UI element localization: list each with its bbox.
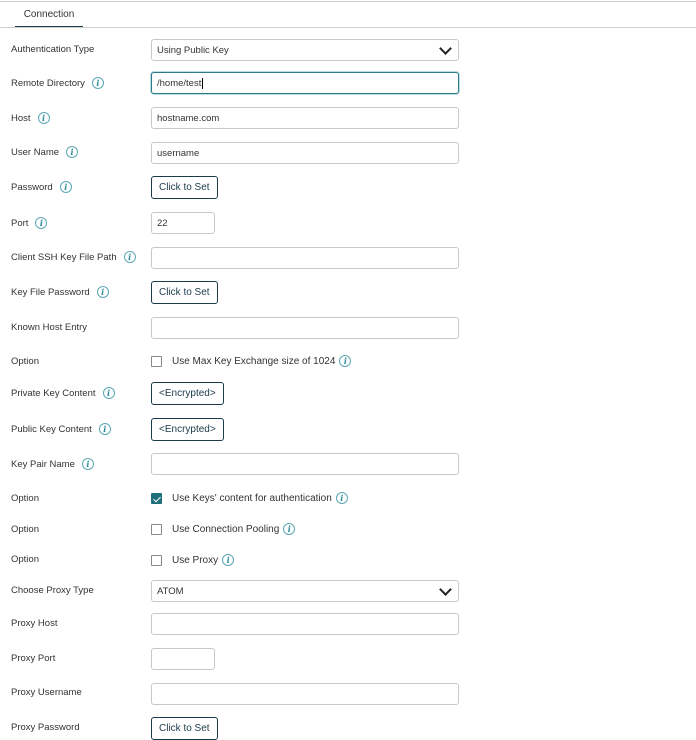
info-icon[interactable]: i — [98, 423, 111, 435]
host-input[interactable]: hostname.com — [151, 107, 459, 129]
info-icon[interactable]: i — [222, 554, 235, 566]
info-icon[interactable]: i — [96, 286, 109, 298]
select-value: Using Public Key — [157, 44, 229, 56]
info-icon[interactable]: i — [102, 387, 115, 399]
top-divider — [0, 1, 696, 2]
checkbox-label: Use Proxy — [172, 554, 219, 566]
info-icon[interactable]: i — [66, 146, 79, 158]
proxy-host-input[interactable] — [151, 613, 459, 635]
connection-pooling-checkbox[interactable] — [151, 523, 162, 535]
chevron-down-icon — [439, 582, 452, 596]
max-key-exchange-option[interactable]: Use Max Key Exchange size of 1024 i — [151, 355, 352, 367]
max-key-exchange-checkbox[interactable] — [151, 355, 162, 367]
password-set-button[interactable]: Click to Set — [151, 176, 218, 199]
select-value: ATOM — [157, 585, 184, 597]
option-label: Option — [11, 554, 39, 565]
key-file-password-set-button[interactable]: Click to Set — [151, 281, 218, 304]
label-text: Authentication Type — [11, 44, 95, 55]
proxy-port-input[interactable] — [151, 648, 215, 670]
public-key-label: Public Key Content i — [11, 423, 111, 435]
label-text: Client SSH Key File Path — [11, 251, 117, 263]
info-icon[interactable]: i — [335, 492, 348, 504]
info-icon[interactable]: i — [59, 181, 72, 193]
tab-connection[interactable]: Connection — [15, 0, 83, 27]
proxy-password-label: Proxy Password — [11, 722, 80, 733]
input-value: username — [157, 147, 200, 159]
use-proxy-checkbox[interactable] — [151, 554, 162, 566]
label-text: Option — [11, 356, 39, 367]
option-label: Option — [11, 493, 39, 504]
label-text: Proxy Password — [11, 722, 80, 733]
label-text: Known Host Entry — [11, 322, 88, 333]
label-text: Option — [11, 493, 39, 504]
label-text: Key Pair Name — [11, 458, 75, 470]
label-text: Remote Directory — [11, 77, 85, 89]
label-text: User Name — [11, 146, 60, 158]
label-text: Private Key Content — [11, 387, 96, 399]
known-host-label: Known Host Entry — [11, 322, 87, 333]
label-text: Key File Password — [11, 286, 90, 298]
keys-content-option[interactable]: Use Keys' content for authentication i — [151, 492, 348, 504]
remote-directory-label: Remote Directory i — [11, 77, 104, 89]
auth-type-select[interactable]: Using Public Key — [151, 39, 459, 61]
proxy-type-select[interactable]: ATOM — [151, 580, 459, 602]
label-text: Proxy Port — [11, 653, 56, 664]
chevron-down-icon — [439, 41, 452, 55]
proxy-type-label: Choose Proxy Type — [11, 585, 94, 596]
key-pair-name-input[interactable] — [151, 453, 459, 475]
info-icon[interactable]: i — [91, 77, 104, 89]
label-text: Host — [11, 112, 31, 124]
auth-type-label: Authentication Type — [11, 44, 94, 55]
client-key-path-label: Client SSH Key File Path i — [11, 251, 136, 263]
label-text: Password — [11, 181, 53, 193]
info-icon[interactable]: i — [35, 217, 48, 229]
proxy-username-label: Proxy Username — [11, 687, 82, 698]
label-text: Proxy Host — [11, 618, 58, 629]
port-label: Port i — [11, 217, 48, 229]
port-input[interactable]: 22 — [151, 212, 215, 234]
private-key-label: Private Key Content i — [11, 387, 115, 399]
tab-bar-divider — [0, 27, 696, 28]
label-text: Option — [11, 524, 39, 535]
info-icon[interactable]: i — [283, 523, 296, 535]
label-text: Public Key Content — [11, 423, 92, 435]
text-caret — [202, 77, 204, 89]
remote-directory-input[interactable]: /home/test — [151, 72, 459, 94]
keys-content-checkbox[interactable] — [151, 492, 162, 504]
input-value: hostname.com — [157, 112, 220, 124]
key-file-password-label: Key File Password i — [11, 286, 109, 298]
info-icon[interactable]: i — [123, 251, 136, 263]
use-proxy-option[interactable]: Use Proxy i — [151, 554, 235, 566]
label-text: Proxy Username — [11, 687, 82, 698]
input-value: 22 — [157, 217, 168, 229]
proxy-password-set-button[interactable]: Click to Set — [151, 717, 218, 740]
client-key-path-input[interactable] — [151, 247, 459, 269]
label-text: Option — [11, 554, 39, 565]
private-key-button[interactable]: <Encrypted> — [151, 382, 224, 405]
key-pair-name-label: Key Pair Name i — [11, 458, 94, 470]
input-value: /home/test — [157, 77, 202, 89]
connection-pooling-option[interactable]: Use Connection Pooling i — [151, 523, 296, 535]
user-name-input[interactable]: username — [151, 142, 459, 164]
checkbox-label: Use Max Key Exchange size of 1024 — [172, 355, 336, 367]
info-icon[interactable]: i — [339, 355, 352, 367]
public-key-button[interactable]: <Encrypted> — [151, 418, 224, 441]
checkbox-label: Use Keys' content for authentication — [172, 492, 332, 504]
info-icon[interactable]: i — [81, 458, 94, 470]
label-text: Choose Proxy Type — [11, 585, 94, 596]
label-text: Port — [11, 217, 29, 229]
option-label: Option — [11, 524, 39, 535]
user-name-label: User Name i — [11, 146, 79, 158]
password-label: Password i — [11, 181, 72, 193]
proxy-host-label: Proxy Host — [11, 618, 57, 629]
proxy-username-input[interactable] — [151, 683, 459, 705]
known-host-input[interactable] — [151, 317, 459, 339]
option-label: Option — [11, 356, 39, 367]
info-icon[interactable]: i — [37, 112, 50, 124]
checkbox-label: Use Connection Pooling — [172, 523, 280, 535]
host-label: Host i — [11, 112, 50, 124]
proxy-port-label: Proxy Port — [11, 653, 55, 664]
